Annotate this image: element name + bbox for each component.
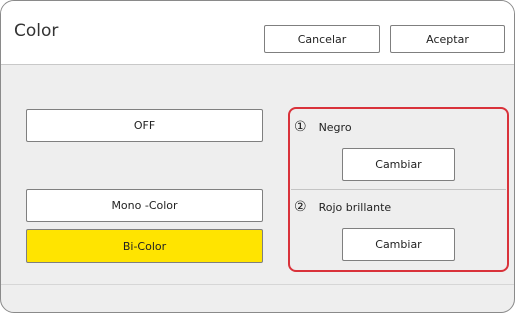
drum-1-number: ① — [294, 119, 307, 135]
panel-divider — [291, 189, 506, 190]
drum-2-change-button[interactable]: Cambiar — [342, 228, 455, 261]
page-title: Color — [14, 21, 59, 41]
drum-2-label: ② Rojo brillante — [294, 200, 391, 214]
mono-color-mode-button[interactable]: Mono -Color — [26, 189, 263, 222]
footer-divider — [1, 284, 514, 285]
header-bar: Color Cancelar Aceptar — [1, 1, 514, 65]
drum-2-color-name: Rojo brillante — [318, 200, 392, 214]
off-mode-button[interactable]: OFF — [26, 109, 263, 142]
drum-1-label: ① Negro — [294, 120, 352, 134]
drum-2-number: ② — [294, 199, 307, 215]
drum-1-color-name: Negro — [318, 120, 352, 134]
cancel-button[interactable]: Cancelar — [264, 25, 380, 53]
bi-color-mode-button[interactable]: Bi-Color — [26, 229, 263, 263]
accept-button[interactable]: Aceptar — [390, 25, 505, 53]
color-settings-screen: Color Cancelar Aceptar OFF Mono -Color B… — [0, 0, 515, 313]
drum-1-change-button[interactable]: Cambiar — [342, 148, 455, 181]
